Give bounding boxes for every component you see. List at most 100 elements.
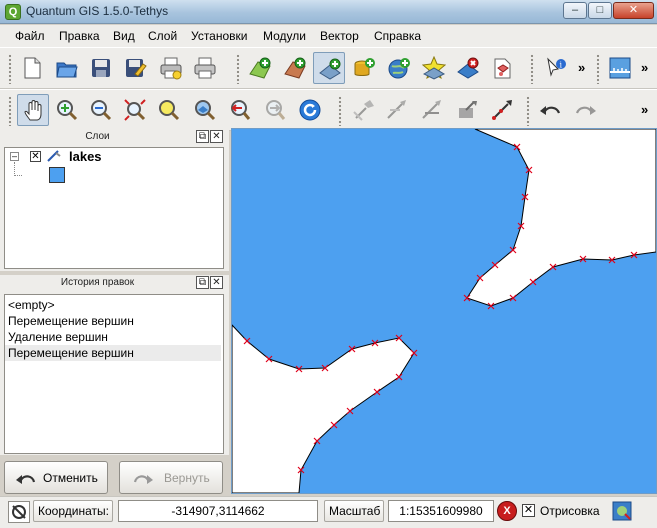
tree-line <box>14 175 22 176</box>
undo-history-dock: История правок ⧉ ✕ <empty> Перемещение в… <box>0 275 229 455</box>
redo-icon[interactable] <box>570 94 602 126</box>
new-vector-layer-icon[interactable] <box>487 52 519 84</box>
coords-value: -314907,3114662 <box>118 500 318 522</box>
history-item[interactable]: Перемещение вершин <box>5 313 221 329</box>
title-bar: Q Quantum GIS 1.5.0-Tethys – □ ✕ <box>0 0 657 24</box>
menu-layer[interactable]: Слой <box>148 29 177 43</box>
undo-button-label: Отменить <box>43 471 98 485</box>
layer-visibility-checkbox[interactable]: ✕ <box>30 151 41 162</box>
render-label: Отрисовка <box>540 504 600 518</box>
collapse-icon[interactable]: – <box>10 152 19 161</box>
render-checkbox[interactable]: ✕ <box>522 504 535 517</box>
layers-dock-title: Слои ⧉ ✕ <box>0 129 224 145</box>
print-icon[interactable] <box>189 52 221 84</box>
menu-view[interactable]: Вид <box>113 29 135 43</box>
history-list[interactable]: <empty> Перемещение вершин Удаление верш… <box>4 294 224 454</box>
status-bar: Координаты: -314907,3114662 Масштаб 1:15… <box>0 496 657 528</box>
split-features-icon[interactable] <box>382 94 414 126</box>
menu-plugins[interactable]: Модули <box>263 29 306 43</box>
coords-label[interactable]: Координаты: <box>33 500 113 522</box>
vector-line-icon <box>46 149 62 166</box>
refresh-icon[interactable] <box>294 94 326 126</box>
toolbar-grip[interactable] <box>8 96 12 126</box>
toolbar-grip[interactable] <box>338 96 342 126</box>
toolbar-grip[interactable] <box>8 54 12 84</box>
redo-button[interactable]: Вернуть <box>119 461 223 494</box>
map-svg[interactable] <box>231 128 657 494</box>
layers-tree[interactable]: – ✕ lakes <box>4 147 224 269</box>
delete-part-icon[interactable] <box>417 94 449 126</box>
pan-icon[interactable] <box>17 94 49 126</box>
add-vector-layer-icon[interactable] <box>313 52 345 84</box>
projection-status-icon[interactable] <box>612 501 632 521</box>
open-project-icon[interactable] <box>51 52 83 84</box>
zoom-next-icon[interactable] <box>258 94 290 126</box>
zoom-out-icon[interactable] <box>85 94 117 126</box>
file-toolbar: » i » <box>0 47 657 89</box>
map-navigation-toolbar: » <box>0 89 657 131</box>
menu-file[interactable]: Файл <box>15 29 45 43</box>
zoom-full-icon[interactable] <box>119 94 151 126</box>
save-as-icon[interactable] <box>119 52 151 84</box>
add-wms-layer-icon[interactable] <box>279 52 311 84</box>
toolbar-grip[interactable] <box>596 54 600 84</box>
qgis-app-icon[interactable]: Q <box>5 4 21 20</box>
identify-icon[interactable]: i <box>540 52 572 84</box>
history-item[interactable]: Перемещение вершин <box>5 345 221 361</box>
minimize-button[interactable]: – <box>563 2 587 19</box>
zoom-to-layer-icon[interactable] <box>189 94 221 126</box>
toolbar-overflow-icon[interactable]: » <box>641 60 648 75</box>
window-title: Quantum GIS 1.5.0-Tethys <box>26 4 169 18</box>
close-icon[interactable]: ✕ <box>210 276 223 289</box>
menu-vector[interactable]: Вектор <box>320 29 359 43</box>
toolbar-grip[interactable] <box>530 54 534 84</box>
svg-text:i: i <box>560 61 563 70</box>
history-dock-title: История правок ⧉ ✕ <box>0 275 224 291</box>
undo-icon[interactable] <box>534 94 566 126</box>
zoom-to-selection-icon[interactable] <box>153 94 185 126</box>
toolbar-overflow-icon[interactable]: » <box>578 60 585 75</box>
map-canvas[interactable] <box>231 128 657 494</box>
add-wfs-layer-icon[interactable] <box>383 52 415 84</box>
layers-dock-label: Слои <box>85 131 110 142</box>
tree-line <box>14 162 15 176</box>
new-project-icon[interactable] <box>16 52 48 84</box>
close-icon[interactable]: ✕ <box>210 130 223 143</box>
add-spatialite-layer-icon[interactable] <box>418 52 450 84</box>
add-postgis-layer-icon[interactable] <box>348 52 380 84</box>
menu-help[interactable]: Справка <box>374 29 421 43</box>
menu-bar: Файл Правка Вид Слой Установки Модули Ве… <box>0 25 657 47</box>
measure-icon[interactable] <box>604 52 636 84</box>
redo-button-label: Вернуть <box>164 471 210 485</box>
toolbar-grip[interactable] <box>526 96 530 126</box>
close-button[interactable]: ✕ <box>613 2 654 19</box>
remove-layer-icon[interactable] <box>452 52 484 84</box>
zoom-in-icon[interactable] <box>51 94 83 126</box>
float-icon[interactable]: ⧉ <box>196 276 209 289</box>
save-project-icon[interactable] <box>85 52 117 84</box>
layer-name[interactable]: lakes <box>69 149 102 164</box>
menu-settings[interactable]: Установки <box>191 29 247 43</box>
toolbar-overflow-icon[interactable]: » <box>641 102 648 117</box>
stop-render-icon[interactable]: X <box>497 501 517 521</box>
menu-edit[interactable]: Правка <box>59 29 100 43</box>
layer-symbol-swatch <box>49 167 65 183</box>
float-icon[interactable]: ⧉ <box>196 130 209 143</box>
node-tool-icon[interactable] <box>486 94 518 126</box>
move-feature-icon[interactable] <box>348 94 380 126</box>
add-raster-layer-icon[interactable] <box>244 52 276 84</box>
zoom-last-icon[interactable] <box>223 94 255 126</box>
undo-button[interactable]: Отменить <box>4 461 108 494</box>
toolbar-grip[interactable] <box>236 54 240 84</box>
reshape-icon[interactable] <box>452 94 484 126</box>
undo-icon <box>16 475 36 484</box>
print-composer-icon[interactable] <box>155 52 187 84</box>
toggle-extents-icon[interactable] <box>8 501 30 523</box>
history-item[interactable]: <empty> <box>5 297 221 313</box>
maximize-button[interactable]: □ <box>588 2 612 19</box>
layers-dock: Слои ⧉ ✕ – ✕ lakes <box>0 129 229 271</box>
scale-value[interactable]: 1:15351609980 <box>388 500 494 522</box>
history-dock-label: История правок <box>60 277 135 288</box>
scale-label: Масштаб <box>324 500 384 522</box>
history-item[interactable]: Удаление вершин <box>5 329 221 345</box>
